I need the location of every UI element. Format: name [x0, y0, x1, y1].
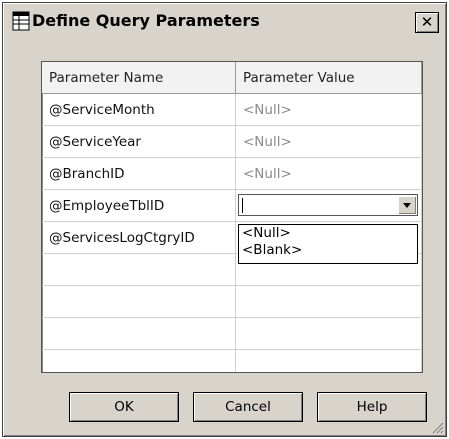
- column-header-parameter-value[interactable]: Parameter Value: [236, 62, 422, 94]
- empty-row: [42, 350, 422, 372]
- dropdown-option-blank[interactable]: <Blank>: [239, 242, 417, 259]
- empty-row: [42, 318, 422, 350]
- chevron-down-icon[interactable]: [398, 196, 416, 214]
- parameter-name-cell: @ServiceMonth: [42, 94, 236, 126]
- empty-row: [42, 286, 422, 318]
- title-bar[interactable]: Define Query Parameters ✕: [6, 6, 443, 36]
- dialog-title: Define Query Parameters: [32, 11, 260, 30]
- table-row[interactable]: @EmployeeTblID: [42, 190, 422, 222]
- text-caret: [242, 198, 243, 213]
- parameter-name-cell: @BranchID: [42, 158, 236, 190]
- column-header-parameter-name[interactable]: Parameter Name: [42, 62, 236, 94]
- resize-grip-icon[interactable]: [432, 422, 444, 434]
- parameter-value-dropdown[interactable]: [238, 194, 418, 216]
- empty-cell: [42, 286, 236, 318]
- parameter-value-cell[interactable]: <Null>: [236, 126, 422, 158]
- parameter-name-cell: @ServicesLogCtgryID: [42, 222, 236, 254]
- empty-cell: [236, 350, 422, 372]
- empty-cell: [236, 286, 422, 318]
- empty-cell: [236, 318, 422, 350]
- grid-window-icon: [12, 11, 30, 31]
- close-button[interactable]: ✕: [415, 12, 439, 33]
- table-row[interactable]: @BranchID <Null>: [42, 158, 422, 190]
- dropdown-option-null[interactable]: <Null>: [239, 225, 417, 242]
- help-button[interactable]: Help: [317, 392, 427, 422]
- parameter-name-cell: @EmployeeTblID: [42, 190, 236, 222]
- empty-cell: [42, 350, 236, 372]
- dropdown-list: <Null> <Blank>: [238, 224, 418, 264]
- empty-cell: [42, 318, 236, 350]
- table-row[interactable]: @ServiceYear <Null>: [42, 126, 422, 158]
- close-icon: ✕: [420, 13, 434, 31]
- dialog-window: Define Query Parameters ✕ Parameter Name…: [2, 2, 447, 437]
- parameter-value-cell[interactable]: <Null>: [236, 94, 422, 126]
- cancel-button[interactable]: Cancel: [193, 392, 303, 422]
- parameters-grid: Parameter Name Parameter Value @ServiceM…: [41, 61, 423, 373]
- ok-button[interactable]: OK: [69, 392, 179, 422]
- table-row[interactable]: @ServiceMonth <Null>: [42, 94, 422, 126]
- parameter-name-cell: @ServiceYear: [42, 126, 236, 158]
- empty-cell: [42, 254, 236, 286]
- parameter-value-cell[interactable]: <Null>: [236, 158, 422, 190]
